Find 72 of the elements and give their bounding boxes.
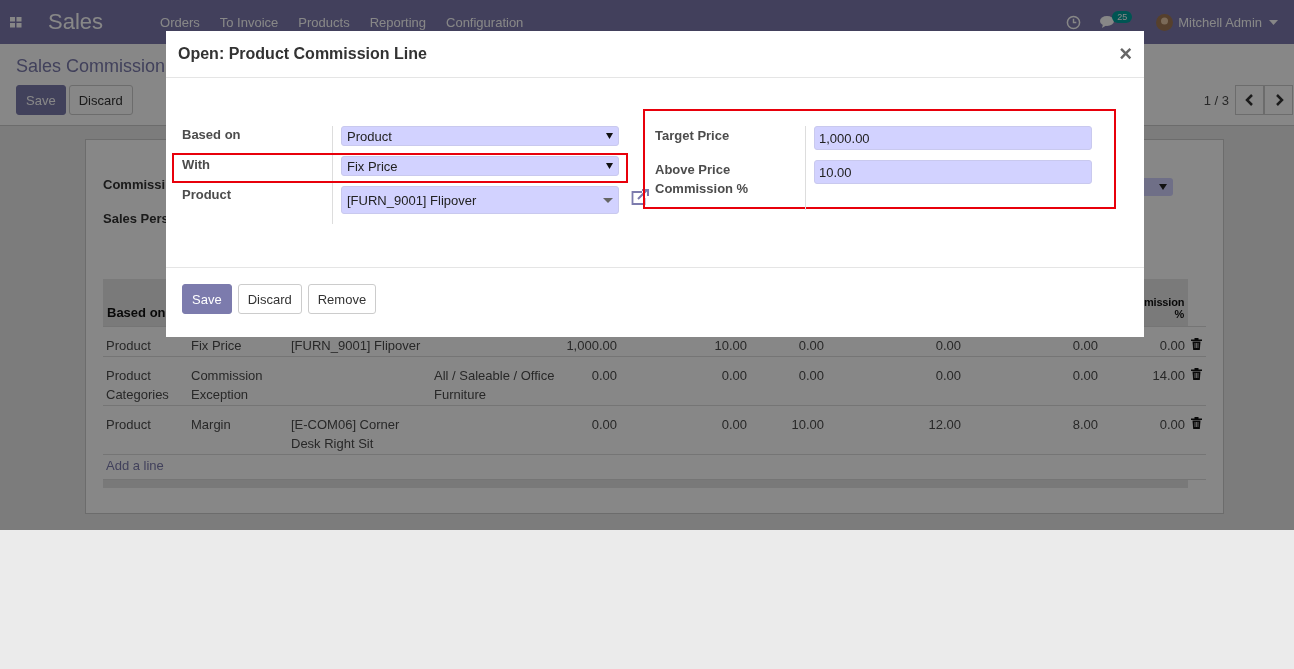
table-cell: 14.00 <box>1152 368 1185 383</box>
select-field[interactable]: Product <box>341 126 619 146</box>
table-cell: 0.00 <box>798 338 824 353</box>
dropdown-field[interactable]: [FURN_9001] Flipover <box>341 186 619 214</box>
field-label: Product <box>182 186 233 204</box>
table-cell: 0.00 <box>1159 417 1185 432</box>
table-cell: Product Categories <box>106 368 169 402</box>
table-cell: 0.00 <box>591 417 617 432</box>
input-field[interactable]: 10.00 <box>814 160 1092 184</box>
table-cell: 8.00 <box>1072 417 1098 432</box>
discard-button[interactable]: Discard <box>68 85 133 115</box>
close-button[interactable]: × <box>1119 41 1132 67</box>
field-label: Based on <box>182 126 242 144</box>
table-cell: 0.00 <box>798 368 824 383</box>
save-button[interactable]: Save <box>182 284 232 314</box>
caret-icon <box>606 163 613 169</box>
caret-icon <box>1269 19 1278 25</box>
table-cell: 0.00 <box>1072 368 1098 383</box>
trash-icon[interactable] <box>1191 338 1202 350</box>
field-label: Commissi <box>103 177 166 193</box>
app-title: Sales <box>48 9 104 35</box>
table-cell: 10.00 <box>714 338 747 353</box>
add-line-link[interactable]: Add a line <box>106 458 164 473</box>
table-cell: 12.00 <box>928 417 961 432</box>
column-header[interactable]: Based on <box>107 305 166 320</box>
pager-value: 1 / 3 <box>1203 92 1229 108</box>
menu-item[interactable]: Configuration <box>446 14 524 30</box>
external-link-icon[interactable] <box>630 189 650 207</box>
table-cell: 0.00 <box>1159 338 1185 353</box>
menu-item[interactable]: Orders <box>160 14 200 30</box>
trash-icon[interactable] <box>1191 368 1202 380</box>
caret-icon <box>603 197 613 203</box>
menu-item[interactable]: Reporting <box>369 14 426 30</box>
apps-grid-icon[interactable] <box>10 16 22 28</box>
table-cell: Product <box>106 417 151 432</box>
table-cell: 10.00 <box>791 417 824 432</box>
table-cell: 0.00 <box>721 417 747 432</box>
remove-button[interactable]: Remove <box>307 284 377 314</box>
caret-icon <box>1159 184 1167 190</box>
table-cell: 0.00 <box>935 338 961 353</box>
table-cell: 0.00 <box>721 368 747 383</box>
table-cell: 1,000.00 <box>566 338 617 353</box>
table-cell: Fix Price <box>191 338 242 353</box>
chevron-right-icon <box>1273 94 1284 106</box>
chevron-left-icon <box>1244 94 1255 106</box>
table-cell: [FURN_9001] Flipover <box>291 338 421 353</box>
table-cell: All / Saleable / Office Furniture <box>434 368 555 402</box>
field-label: Above Price Commission % <box>655 161 750 194</box>
previous-button[interactable] <box>1235 85 1264 115</box>
save-button[interactable]: Save <box>16 85 66 115</box>
trash-icon[interactable] <box>1191 417 1202 429</box>
clock-icon[interactable] <box>1066 14 1082 30</box>
user-menu[interactable]: Mitchell Admin <box>1178 14 1262 30</box>
next-button[interactable] <box>1264 85 1293 115</box>
page-title: Sales Commission <box>16 56 167 77</box>
table-cell: Product <box>106 338 151 353</box>
table-cell: 0.00 <box>591 368 617 383</box>
select-field[interactable]: Fix Price <box>341 156 619 176</box>
field-label: Target Price <box>655 127 731 145</box>
table-cell: 0.00 <box>935 368 961 383</box>
menu-item[interactable]: To Invoice <box>219 14 279 30</box>
message-count-badge: 25 <box>1112 11 1133 23</box>
table-cell: [E-COM06] Corner Desk Right Sit <box>291 417 400 451</box>
column-header[interactable]: mission % <box>1144 296 1184 320</box>
field-label: With <box>182 156 212 174</box>
table-cell: Commission Exception <box>191 368 263 402</box>
dialog-title: Open: Product Commission Line <box>178 45 427 63</box>
table-cell: 0.00 <box>1072 338 1098 353</box>
input-field[interactable]: 1,000.00 <box>814 126 1092 150</box>
menu-item[interactable]: Products <box>298 14 350 30</box>
table-cell: Margin <box>191 417 231 432</box>
discard-button[interactable]: Discard <box>237 284 302 314</box>
